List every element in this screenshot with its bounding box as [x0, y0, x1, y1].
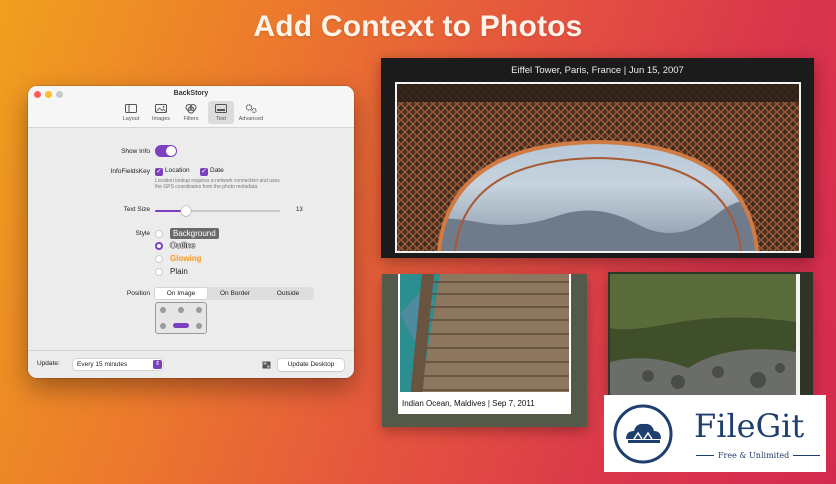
radio-dot [155, 267, 163, 276]
dock-image [398, 274, 571, 398]
filters-icon [185, 104, 197, 114]
tab-label: Filters [183, 116, 199, 122]
position-on-image[interactable]: On Image [155, 288, 207, 299]
text-size-label: Text Size [123, 206, 150, 213]
show-info-label: Show Info [121, 148, 150, 155]
radio-dot [155, 254, 163, 263]
check-icon: ✓ [200, 168, 208, 176]
filegit-tagline: Free & Unlimited [714, 451, 794, 460]
text-settings-pane: Show Info InfoFieldsKey ✓ Location ✓ Date … [28, 128, 354, 350]
footer-bar: Update: Every 15 minutes ⇕ Update Deskto… [28, 350, 354, 378]
titlebar: BackStory Layout Images Filters Text Adv… [28, 86, 354, 128]
tab-layout[interactable]: Layout [118, 101, 144, 124]
filegit-logo-icon [613, 404, 673, 464]
tab-filters[interactable]: Filters [178, 101, 204, 124]
wallpaper-icon[interactable] [262, 361, 271, 369]
eiffel-photo-frame: Eiffel Tower, Paris, France | Jun 15, 20… [381, 58, 814, 258]
update-interval-select[interactable]: Every 15 minutes ⇕ [73, 359, 163, 370]
style-option-background[interactable]: Background [155, 228, 219, 239]
update-desktop-button[interactable]: Update Desktop [278, 359, 344, 371]
filegit-name: FileGit [694, 407, 805, 445]
filegit-badge: FileGit Free & Unlimited [604, 395, 826, 472]
show-info-toggle[interactable] [155, 145, 177, 157]
style-option-glowing[interactable]: Glowing [155, 254, 202, 263]
eiffel-caption: Eiffel Tower, Paris, France | Jun 15, 20… [511, 65, 684, 76]
maldives-photo-frame: Indian Ocean, Maldives | Sep 7, 2011 [382, 274, 587, 427]
preferences-toolbar: Layout Images Filters Text Advanced [28, 101, 354, 124]
tab-label: Layout [122, 116, 140, 122]
tab-label: Images [151, 116, 171, 122]
position-selected-marker [173, 323, 189, 328]
date-checkbox[interactable]: ✓ Date [200, 167, 224, 176]
landscape-picture [608, 272, 813, 400]
update-label: Update: [37, 360, 60, 367]
text-icon [215, 104, 227, 113]
position-label: Position [126, 290, 150, 297]
updown-arrows-icon: ⇕ [153, 360, 162, 369]
position-preview[interactable] [155, 302, 207, 334]
position-outside[interactable]: Outside [263, 288, 313, 299]
info-fields-label: InfoFieldsKey [110, 168, 150, 175]
window-title: BackStory [173, 90, 209, 97]
position-on-border[interactable]: On Border [207, 288, 263, 299]
backstory-window: BackStory Layout Images Filters Text Adv… [28, 86, 354, 378]
style-option-outline[interactable]: Outline [155, 241, 195, 250]
tab-images[interactable]: Images [148, 101, 174, 124]
style-option-plain[interactable]: Plain [155, 267, 188, 276]
style-label: Style [135, 230, 150, 237]
eiffel-tower-picture [397, 84, 799, 251]
eiffel-tower-image [395, 82, 801, 253]
location-note: Location lookup requires a network conne… [155, 178, 280, 190]
tab-label: Text [215, 116, 227, 122]
location-checkbox[interactable]: ✓ Location [155, 167, 190, 176]
tab-advanced[interactable]: Advanced [238, 101, 264, 124]
tab-label: Advanced [238, 116, 264, 122]
check-icon: ✓ [155, 168, 163, 176]
wooden-dock-picture [400, 274, 569, 398]
text-size-value: 13 [296, 207, 303, 213]
radio-dot [155, 229, 163, 238]
dock-caption: Indian Ocean, Maldives | Sep 7, 2011 [402, 399, 535, 408]
landscape-photo-frame [608, 272, 813, 400]
layout-icon [125, 104, 137, 113]
text-size-knob[interactable] [181, 206, 192, 216]
radio-dot [155, 241, 163, 250]
images-icon [155, 104, 167, 113]
position-segmented-control: On Image On Border Outside [154, 287, 314, 300]
gears-icon [245, 104, 257, 114]
tab-text[interactable]: Text [208, 101, 234, 124]
headline: Add Context to Photos [253, 10, 583, 43]
